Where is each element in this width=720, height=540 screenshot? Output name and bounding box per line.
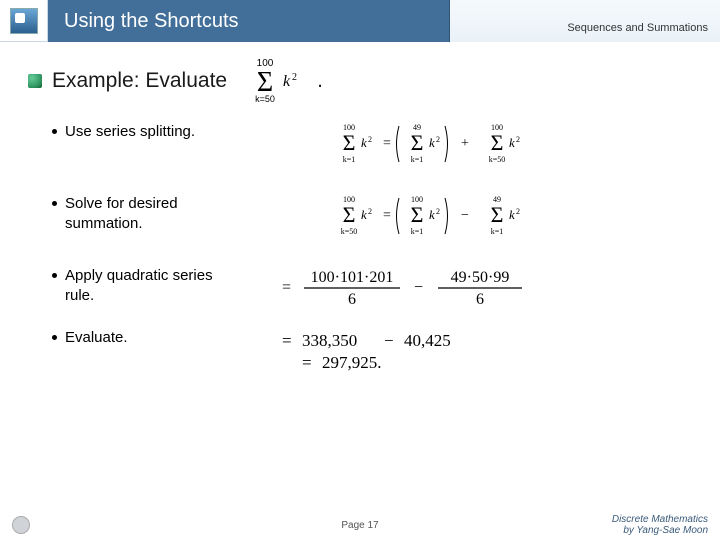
credit-line-2: by Yang-Sae Moon bbox=[612, 525, 708, 536]
svg-text:6: 6 bbox=[476, 291, 484, 308]
svg-text:=: = bbox=[383, 208, 391, 223]
logo-icon bbox=[10, 8, 38, 34]
slide-title: Using the Shortcuts bbox=[64, 10, 239, 33]
svg-text:Σ: Σ bbox=[411, 130, 424, 155]
svg-text:+: + bbox=[461, 136, 469, 151]
bullet-dot-icon bbox=[52, 335, 57, 340]
svg-text:2: 2 bbox=[436, 207, 440, 216]
step-text: Solve for desired summation. bbox=[65, 194, 242, 235]
svg-text:2: 2 bbox=[436, 135, 440, 144]
step-row: Use series splitting. 100 Σ k=1 k2 = 49 … bbox=[52, 122, 700, 166]
svg-text:100·101·201: 100·101·201 bbox=[311, 269, 394, 286]
svg-text:k=1: k=1 bbox=[491, 227, 504, 236]
svg-text:k=1: k=1 bbox=[411, 155, 424, 164]
svg-text:k: k bbox=[429, 207, 435, 222]
header-logo bbox=[0, 0, 48, 42]
step-text: Evaluate. bbox=[65, 328, 128, 348]
example-label: Example: Evaluate bbox=[52, 69, 227, 93]
svg-text:k: k bbox=[361, 135, 367, 150]
footer-logo-icon bbox=[12, 516, 30, 534]
step-text: Apply quadratic series rule. bbox=[65, 266, 242, 307]
svg-text:2: 2 bbox=[368, 135, 372, 144]
svg-text:k: k bbox=[509, 135, 515, 150]
svg-text:Σ: Σ bbox=[343, 202, 356, 227]
slide-content: Example: Evaluate 100 Σ k=50 k 2 . Use s… bbox=[28, 58, 700, 500]
example-summation: 100 Σ k=50 k 2 bbox=[237, 58, 307, 104]
svg-text:−: − bbox=[414, 279, 423, 296]
example-period: . bbox=[317, 69, 323, 93]
title-band: Using the Shortcuts bbox=[48, 0, 450, 42]
math-eval2: = 297,925. bbox=[302, 350, 700, 381]
svg-text:k: k bbox=[509, 207, 515, 222]
svg-text:Σ: Σ bbox=[343, 130, 356, 155]
svg-text:−: − bbox=[461, 208, 469, 223]
svg-text:k=50: k=50 bbox=[255, 94, 275, 104]
svg-text:=: = bbox=[302, 353, 312, 372]
svg-text:2: 2 bbox=[292, 72, 297, 83]
svg-text:k: k bbox=[429, 135, 435, 150]
step-text: Use series splitting. bbox=[65, 122, 195, 142]
svg-text:k: k bbox=[283, 73, 291, 90]
svg-text:−: − bbox=[384, 331, 394, 350]
svg-text:6: 6 bbox=[348, 291, 356, 308]
step-row: Solve for desired summation. 100 Σ k=50 … bbox=[52, 194, 700, 238]
bullet-dot-icon bbox=[52, 273, 57, 278]
svg-text:k=1: k=1 bbox=[411, 227, 424, 236]
svg-text:2: 2 bbox=[368, 207, 372, 216]
bullet-icon bbox=[28, 74, 42, 88]
svg-text:=: = bbox=[282, 279, 291, 296]
page-number: Page 17 bbox=[341, 520, 378, 531]
svg-text:2: 2 bbox=[516, 135, 520, 144]
svg-text:297,925.: 297,925. bbox=[322, 353, 382, 372]
slide-header: Using the Shortcuts bbox=[0, 0, 720, 42]
svg-text:338,350: 338,350 bbox=[302, 331, 357, 350]
math-solve: 100 Σ k=50 k2 = 100 Σ k=1 k2 bbox=[242, 194, 700, 238]
svg-text:2: 2 bbox=[516, 207, 520, 216]
bullet-dot-icon bbox=[52, 201, 57, 206]
svg-text:=: = bbox=[282, 331, 292, 350]
svg-text:k: k bbox=[361, 207, 367, 222]
footer-credit: Discrete Mathematics by Yang-Sae Moon bbox=[612, 514, 708, 536]
bullet-dot-icon bbox=[52, 129, 57, 134]
svg-text:49·50·99: 49·50·99 bbox=[451, 269, 510, 286]
svg-text:k=1: k=1 bbox=[343, 155, 356, 164]
svg-text:=: = bbox=[383, 136, 391, 151]
example-prompt: Example: Evaluate 100 Σ k=50 k 2 . bbox=[28, 58, 700, 104]
math-rule: = 100·101·201 6 − 49·50·99 6 bbox=[242, 266, 700, 310]
svg-text:k=50: k=50 bbox=[341, 227, 358, 236]
chapter-label: Sequences and Summations bbox=[567, 22, 708, 34]
credit-line-1: Discrete Mathematics bbox=[612, 514, 708, 525]
svg-text:Σ: Σ bbox=[411, 202, 424, 227]
steps-list: Use series splitting. 100 Σ k=1 k2 = 49 … bbox=[52, 122, 700, 381]
svg-text:40,425: 40,425 bbox=[404, 331, 451, 350]
svg-text:Σ: Σ bbox=[491, 202, 504, 227]
step-row: Apply quadratic series rule. = 100·101·2… bbox=[52, 266, 700, 310]
svg-text:Σ: Σ bbox=[491, 130, 504, 155]
svg-text:k=50: k=50 bbox=[489, 155, 506, 164]
math-split: 100 Σ k=1 k2 = 49 Σ k=1 k2 + bbox=[242, 122, 700, 166]
slide-footer: Page 17 Discrete Mathematics by Yang-Sae… bbox=[0, 510, 720, 540]
